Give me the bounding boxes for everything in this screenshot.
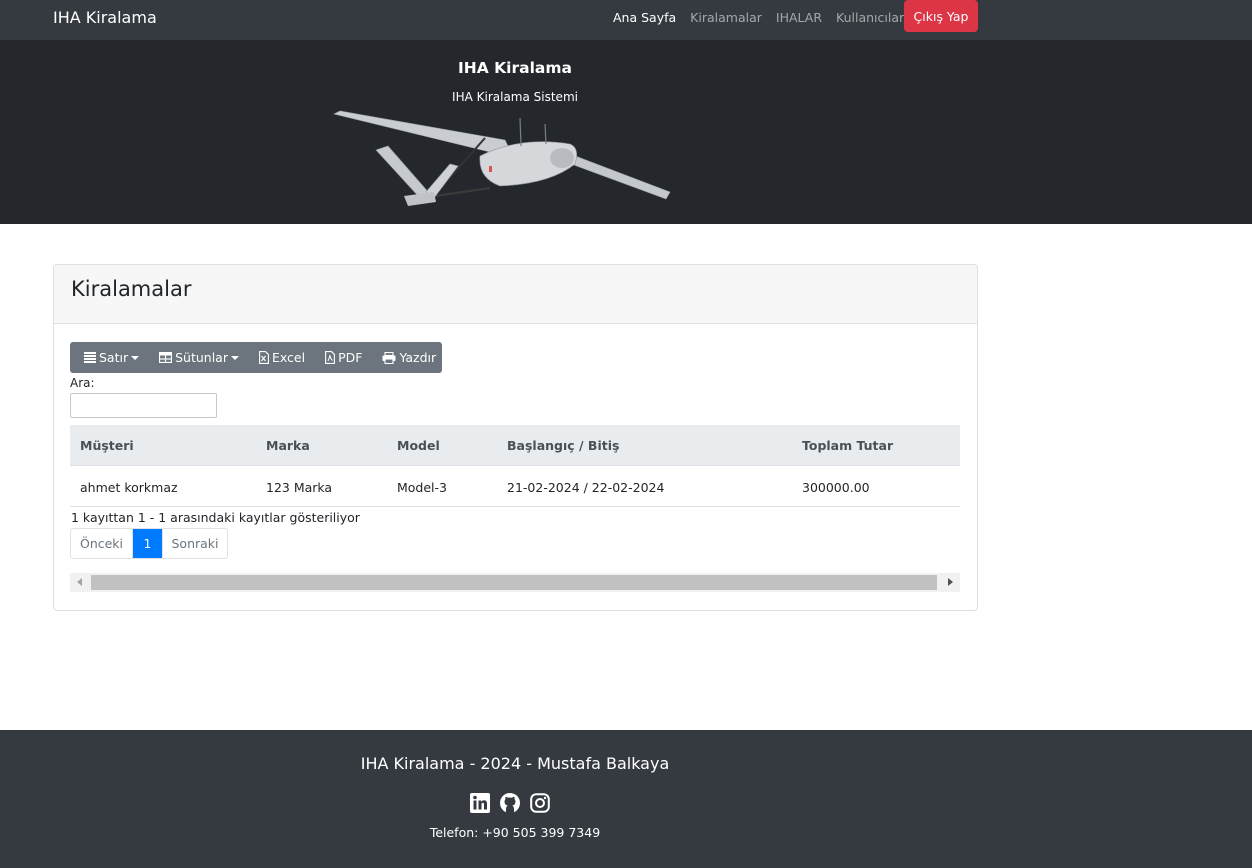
page-1-button[interactable]: 1: [133, 529, 162, 558]
next-page-button[interactable]: Sonraki: [162, 529, 227, 558]
rentals-card: Kiralamalar Satır Sütunlar Excel PDF Yaz…: [53, 264, 978, 611]
nav-link-rentals[interactable]: Kiralamalar: [690, 10, 762, 25]
list-icon: [84, 352, 96, 363]
column-header-brand[interactable]: Marka: [266, 438, 310, 453]
table-toolbar: Satır Sütunlar Excel PDF Yazdır: [70, 342, 442, 373]
column-header-customer[interactable]: Müşteri: [80, 438, 134, 453]
file-pdf-icon: [325, 351, 336, 364]
footer-title: IHA Kiralama - 2024 - Mustafa Balkaya: [360, 754, 670, 773]
cell-model: Model-3: [397, 480, 447, 495]
social-links: [470, 793, 560, 813]
columns-label: Sütunlar: [175, 350, 228, 365]
column-header-model[interactable]: Model: [397, 438, 440, 453]
search-label: Ara:: [70, 376, 95, 390]
column-header-dates[interactable]: Başlangıç / Bitiş: [507, 438, 619, 453]
rows-dropdown-button[interactable]: Satır: [84, 350, 140, 365]
nav-link-drones[interactable]: IHALAR: [776, 10, 822, 25]
caret-down-icon: [230, 355, 239, 360]
hero-banner: IHA Kiralama IHA Kiralama Sistemi: [0, 40, 1252, 224]
table-row[interactable]: ahmet korkmaz 123 Marka Model-3 21-02-20…: [70, 466, 960, 507]
card-header: Kiralamalar: [54, 265, 977, 324]
scroll-left-arrow-icon[interactable]: [77, 578, 82, 586]
caret-down-icon: [131, 355, 140, 360]
scrollbar-thumb[interactable]: [91, 575, 937, 590]
table-header-row: Müşteri Marka Model Başlangıç / Bitiş To…: [70, 425, 960, 466]
linkedin-icon[interactable]: [470, 793, 490, 813]
hero-title: IHA Kiralama: [458, 59, 572, 77]
navbar: IHA Kiralama Ana Sayfa Kiralamalar IHALA…: [0, 0, 1252, 40]
cell-brand: 123 Marka: [266, 480, 333, 495]
cell-dates: 21-02-2024 / 22-02-2024: [507, 480, 665, 495]
pdf-export-button[interactable]: PDF: [325, 350, 362, 365]
footer: IHA Kiralama - 2024 - Mustafa Balkaya Te…: [0, 730, 1252, 868]
navbar-brand[interactable]: IHA Kiralama: [53, 8, 157, 27]
rows-label: Satır: [99, 350, 129, 365]
print-button[interactable]: Yazdır: [382, 350, 436, 365]
footer-phone: Telefon: +90 505 399 7349: [429, 825, 601, 840]
cell-total: 300000.00: [802, 480, 870, 495]
horizontal-scrollbar[interactable]: [70, 573, 960, 592]
github-icon[interactable]: [500, 793, 520, 813]
table-info: 1 kayıttan 1 - 1 arasındaki kayıtlar gös…: [71, 510, 360, 525]
excel-label: Excel: [271, 350, 306, 365]
nav-link-users[interactable]: Kullanıcılar: [836, 10, 904, 25]
columns-dropdown-button[interactable]: Sütunlar: [159, 350, 239, 365]
cell-customer: ahmet korkmaz: [80, 480, 178, 495]
print-icon: [382, 351, 396, 364]
scroll-right-arrow-icon[interactable]: [948, 578, 953, 586]
file-excel-icon: [259, 351, 269, 364]
column-header-total[interactable]: Toplam Tutar: [802, 438, 893, 453]
nav-links: Ana Sayfa Kiralamalar IHALAR Kullanıcıla…: [613, 10, 918, 25]
pagination: Önceki 1 Sonraki: [70, 528, 228, 559]
hero-subtitle: IHA Kiralama Sistemi: [452, 90, 578, 104]
nav-link-home[interactable]: Ana Sayfa: [613, 10, 676, 25]
drone-image: [333, 110, 671, 206]
table-icon: [159, 352, 173, 363]
pdf-label: PDF: [338, 350, 363, 365]
print-label: Yazdır: [399, 350, 437, 365]
search-input[interactable]: [70, 393, 217, 418]
excel-export-button[interactable]: Excel: [259, 350, 305, 365]
instagram-icon[interactable]: [530, 793, 550, 813]
card-title: Kiralamalar: [71, 277, 192, 301]
previous-page-button[interactable]: Önceki: [71, 529, 133, 558]
logout-button[interactable]: Çıkış Yap: [904, 0, 978, 32]
